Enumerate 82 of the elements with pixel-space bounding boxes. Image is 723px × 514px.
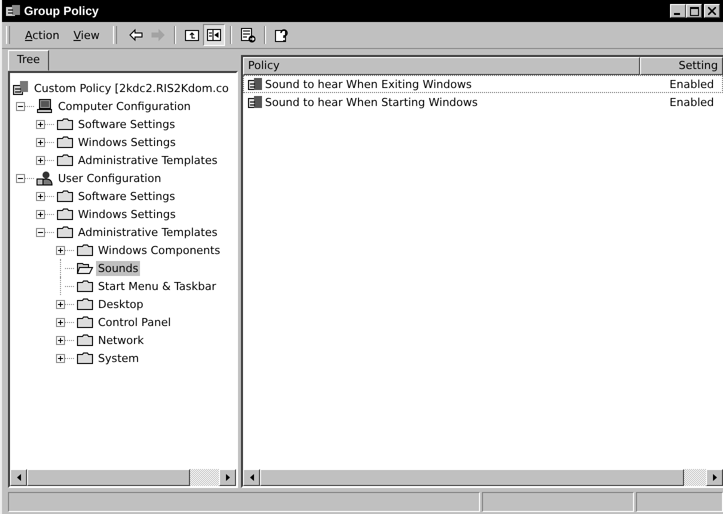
tree-item[interactable]: Windows Settings	[76, 134, 178, 150]
user-icon	[36, 170, 54, 186]
policy-name: Sound to hear When Starting Windows	[265, 96, 479, 108]
expand-toggle[interactable]	[36, 138, 45, 146]
tree-item[interactable]: Control Panel	[96, 314, 173, 330]
tree-item[interactable]: Software Settings	[76, 188, 178, 204]
folder-icon	[76, 243, 94, 257]
expand-toggle[interactable]	[56, 336, 65, 344]
folder-icon	[56, 117, 74, 131]
scroll-left-button[interactable]	[10, 469, 27, 486]
scroll-right-button[interactable]	[706, 469, 723, 486]
right-arrow-icon	[226, 474, 230, 481]
tree-tab[interactable]: Tree	[8, 50, 49, 71]
folder-icon	[76, 333, 94, 347]
folder-icon	[76, 315, 94, 329]
left-arrow-icon	[16, 474, 20, 481]
expand-toggle[interactable]	[36, 192, 45, 200]
list-export-icon	[240, 27, 256, 43]
tree-item[interactable]: Windows Components	[96, 242, 222, 258]
folder-icon	[76, 351, 94, 365]
minimize-button[interactable]	[670, 4, 686, 18]
expand-toggle[interactable]	[56, 354, 65, 362]
help-icon	[274, 27, 290, 43]
scrollbar-thumb[interactable]	[27, 469, 190, 486]
policy-icon	[5, 4, 21, 18]
pane-icon	[206, 27, 222, 43]
open-folder-icon	[76, 261, 94, 275]
setting-value: Enabled	[668, 78, 715, 90]
close-button[interactable]	[704, 4, 720, 18]
tree-item[interactable]: Software Settings	[76, 116, 178, 132]
tree-item[interactable]: Custom Policy [2kdc2.RIS2Kdom.co	[32, 80, 231, 96]
tree-item[interactable]: User Configuration	[56, 170, 164, 186]
tree-item[interactable]: Administrative Templates	[76, 152, 220, 168]
list-row[interactable]: Sound to hear When Starting Windows Enabled	[243, 93, 723, 111]
folder-icon	[76, 297, 94, 311]
tree-item[interactable]: Administrative Templates	[76, 224, 220, 240]
expand-toggle[interactable]	[56, 300, 65, 308]
tree-item[interactable]: Sounds	[96, 260, 140, 276]
column-header[interactable]: Setting	[640, 57, 723, 75]
tree-item[interactable]: Desktop	[96, 296, 146, 312]
folder-icon	[56, 135, 74, 149]
expand-toggle[interactable]	[36, 120, 45, 128]
scroll-left-button[interactable]	[243, 469, 260, 486]
setting-value: Enabled	[668, 96, 715, 108]
folder-icon	[76, 279, 94, 293]
menu-item[interactable]: Action	[18, 28, 66, 42]
left-arrow-icon	[128, 27, 144, 43]
scrollbar-thumb[interactable]	[260, 469, 684, 486]
policy-name: Sound to hear When Exiting Windows	[265, 78, 473, 90]
folder-icon	[56, 207, 74, 221]
column-header[interactable]: Policy	[243, 57, 640, 75]
scroll-right-button[interactable]	[219, 469, 236, 486]
expand-toggle[interactable]	[36, 156, 45, 164]
tree-item[interactable]: Computer Configuration	[56, 98, 193, 114]
right-arrow-icon	[712, 474, 716, 481]
collapse-toggle[interactable]	[16, 174, 25, 182]
policy-icon	[12, 80, 30, 96]
right-arrow-icon	[150, 27, 166, 43]
left-arrow-icon	[250, 474, 254, 481]
up-folder-icon	[184, 27, 200, 43]
expand-toggle[interactable]	[56, 246, 65, 254]
computer-icon	[36, 98, 54, 114]
tree-item[interactable]: Start Menu & Taskbar	[96, 278, 218, 294]
maximize-icon	[690, 6, 698, 16]
folder-icon	[56, 153, 74, 167]
setting-icon	[247, 95, 263, 109]
menu-item[interactable]: View	[66, 28, 107, 42]
folder-icon	[56, 189, 74, 203]
collapse-toggle[interactable]	[16, 102, 25, 110]
tree-item[interactable]: System	[96, 350, 142, 366]
tree-item[interactable]: Network	[96, 332, 146, 348]
folder-icon	[56, 225, 74, 239]
show-tree-button[interactable]	[202, 24, 225, 46]
list-row[interactable]: Sound to hear When Exiting Windows Enabled	[243, 75, 723, 93]
collapse-toggle[interactable]	[36, 228, 45, 236]
maximize-button[interactable]	[686, 4, 702, 18]
expand-toggle[interactable]	[56, 318, 65, 326]
setting-icon	[247, 77, 263, 91]
expand-toggle[interactable]	[36, 210, 45, 218]
window-title: Group Policy	[24, 4, 99, 18]
tree-item[interactable]: Windows Settings	[76, 206, 178, 222]
close-icon	[708, 7, 716, 15]
